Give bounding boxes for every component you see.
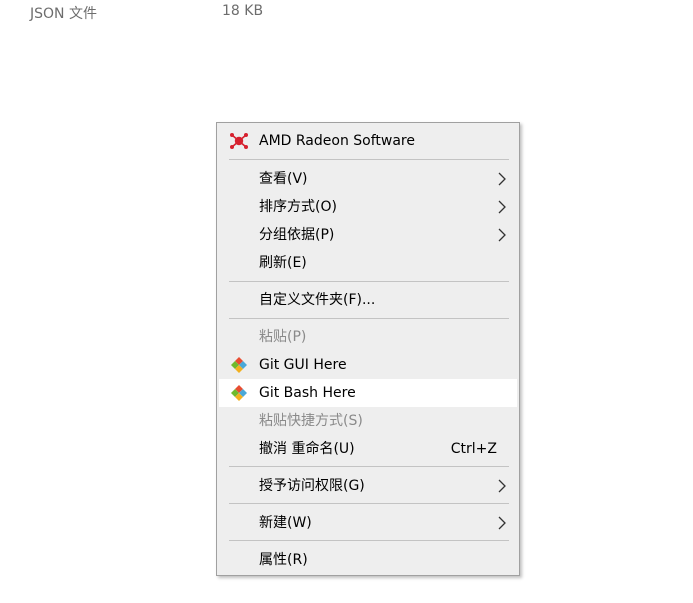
- menu-item-label: Git Bash Here: [259, 385, 356, 401]
- menu-item-undo-rename[interactable]: 撤消 重命名(U) Ctrl+Z: [219, 435, 517, 463]
- keyboard-shortcut: Ctrl+Z: [450, 441, 497, 457]
- menu-separator: [229, 281, 509, 282]
- menu-item-view[interactable]: 查看(V): [219, 165, 517, 193]
- file-details-row: JSON 文件 18 KB: [30, 3, 430, 23]
- menu-item-sort-by[interactable]: 排序方式(O): [219, 193, 517, 221]
- menu-item-label: 授予访问权限(G): [259, 478, 365, 494]
- menu-item-give-access[interactable]: 授予访问权限(G): [219, 472, 517, 500]
- chevron-right-icon: [498, 228, 506, 242]
- git-icon: [231, 385, 247, 401]
- menu-separator: [229, 159, 509, 160]
- chevron-right-icon: [498, 172, 506, 186]
- chevron-right-icon: [498, 516, 506, 530]
- menu-item-git-bash-here[interactable]: Git Bash Here: [219, 379, 517, 407]
- menu-item-label: 粘贴快捷方式(S): [259, 413, 363, 429]
- menu-item-label: 粘贴(P): [259, 329, 307, 345]
- menu-item-label: 排序方式(O): [259, 199, 337, 215]
- menu-item-label: 新建(W): [259, 515, 312, 531]
- context-menu: AMD Radeon Software 查看(V) 排序方式(O) 分组依据(P…: [216, 122, 520, 576]
- menu-item-label: AMD Radeon Software: [259, 133, 415, 149]
- menu-item-label: 属性(R): [259, 552, 308, 568]
- menu-item-git-gui-here[interactable]: Git GUI Here: [219, 351, 517, 379]
- menu-item-new[interactable]: 新建(W): [219, 509, 517, 537]
- menu-separator: [229, 503, 509, 504]
- menu-item-customize-folder[interactable]: 自定义文件夹(F)...: [219, 286, 517, 314]
- menu-item-group-by[interactable]: 分组依据(P): [219, 221, 517, 249]
- file-type: JSON 文件: [30, 6, 97, 22]
- git-icon: [231, 357, 247, 373]
- menu-item-properties[interactable]: 属性(R): [219, 546, 517, 574]
- menu-item-label: Git GUI Here: [259, 357, 347, 373]
- amd-radeon-icon: [230, 133, 248, 149]
- menu-item-label: 查看(V): [259, 171, 308, 187]
- menu-separator: [229, 466, 509, 467]
- menu-separator: [229, 540, 509, 541]
- menu-item-amd-radeon-software[interactable]: AMD Radeon Software: [219, 127, 517, 155]
- menu-item-refresh[interactable]: 刷新(E): [219, 249, 517, 277]
- menu-item-label: 撤消 重命名(U): [259, 441, 355, 457]
- file-size: 18 KB: [222, 3, 264, 19]
- chevron-right-icon: [498, 479, 506, 493]
- menu-separator: [229, 318, 509, 319]
- menu-item-label: 刷新(E): [259, 255, 307, 271]
- chevron-right-icon: [498, 200, 506, 214]
- menu-item-paste[interactable]: 粘贴(P): [219, 323, 517, 351]
- menu-item-label: 分组依据(P): [259, 227, 335, 243]
- menu-item-label: 自定义文件夹(F)...: [259, 292, 376, 308]
- menu-item-paste-shortcut[interactable]: 粘贴快捷方式(S): [219, 407, 517, 435]
